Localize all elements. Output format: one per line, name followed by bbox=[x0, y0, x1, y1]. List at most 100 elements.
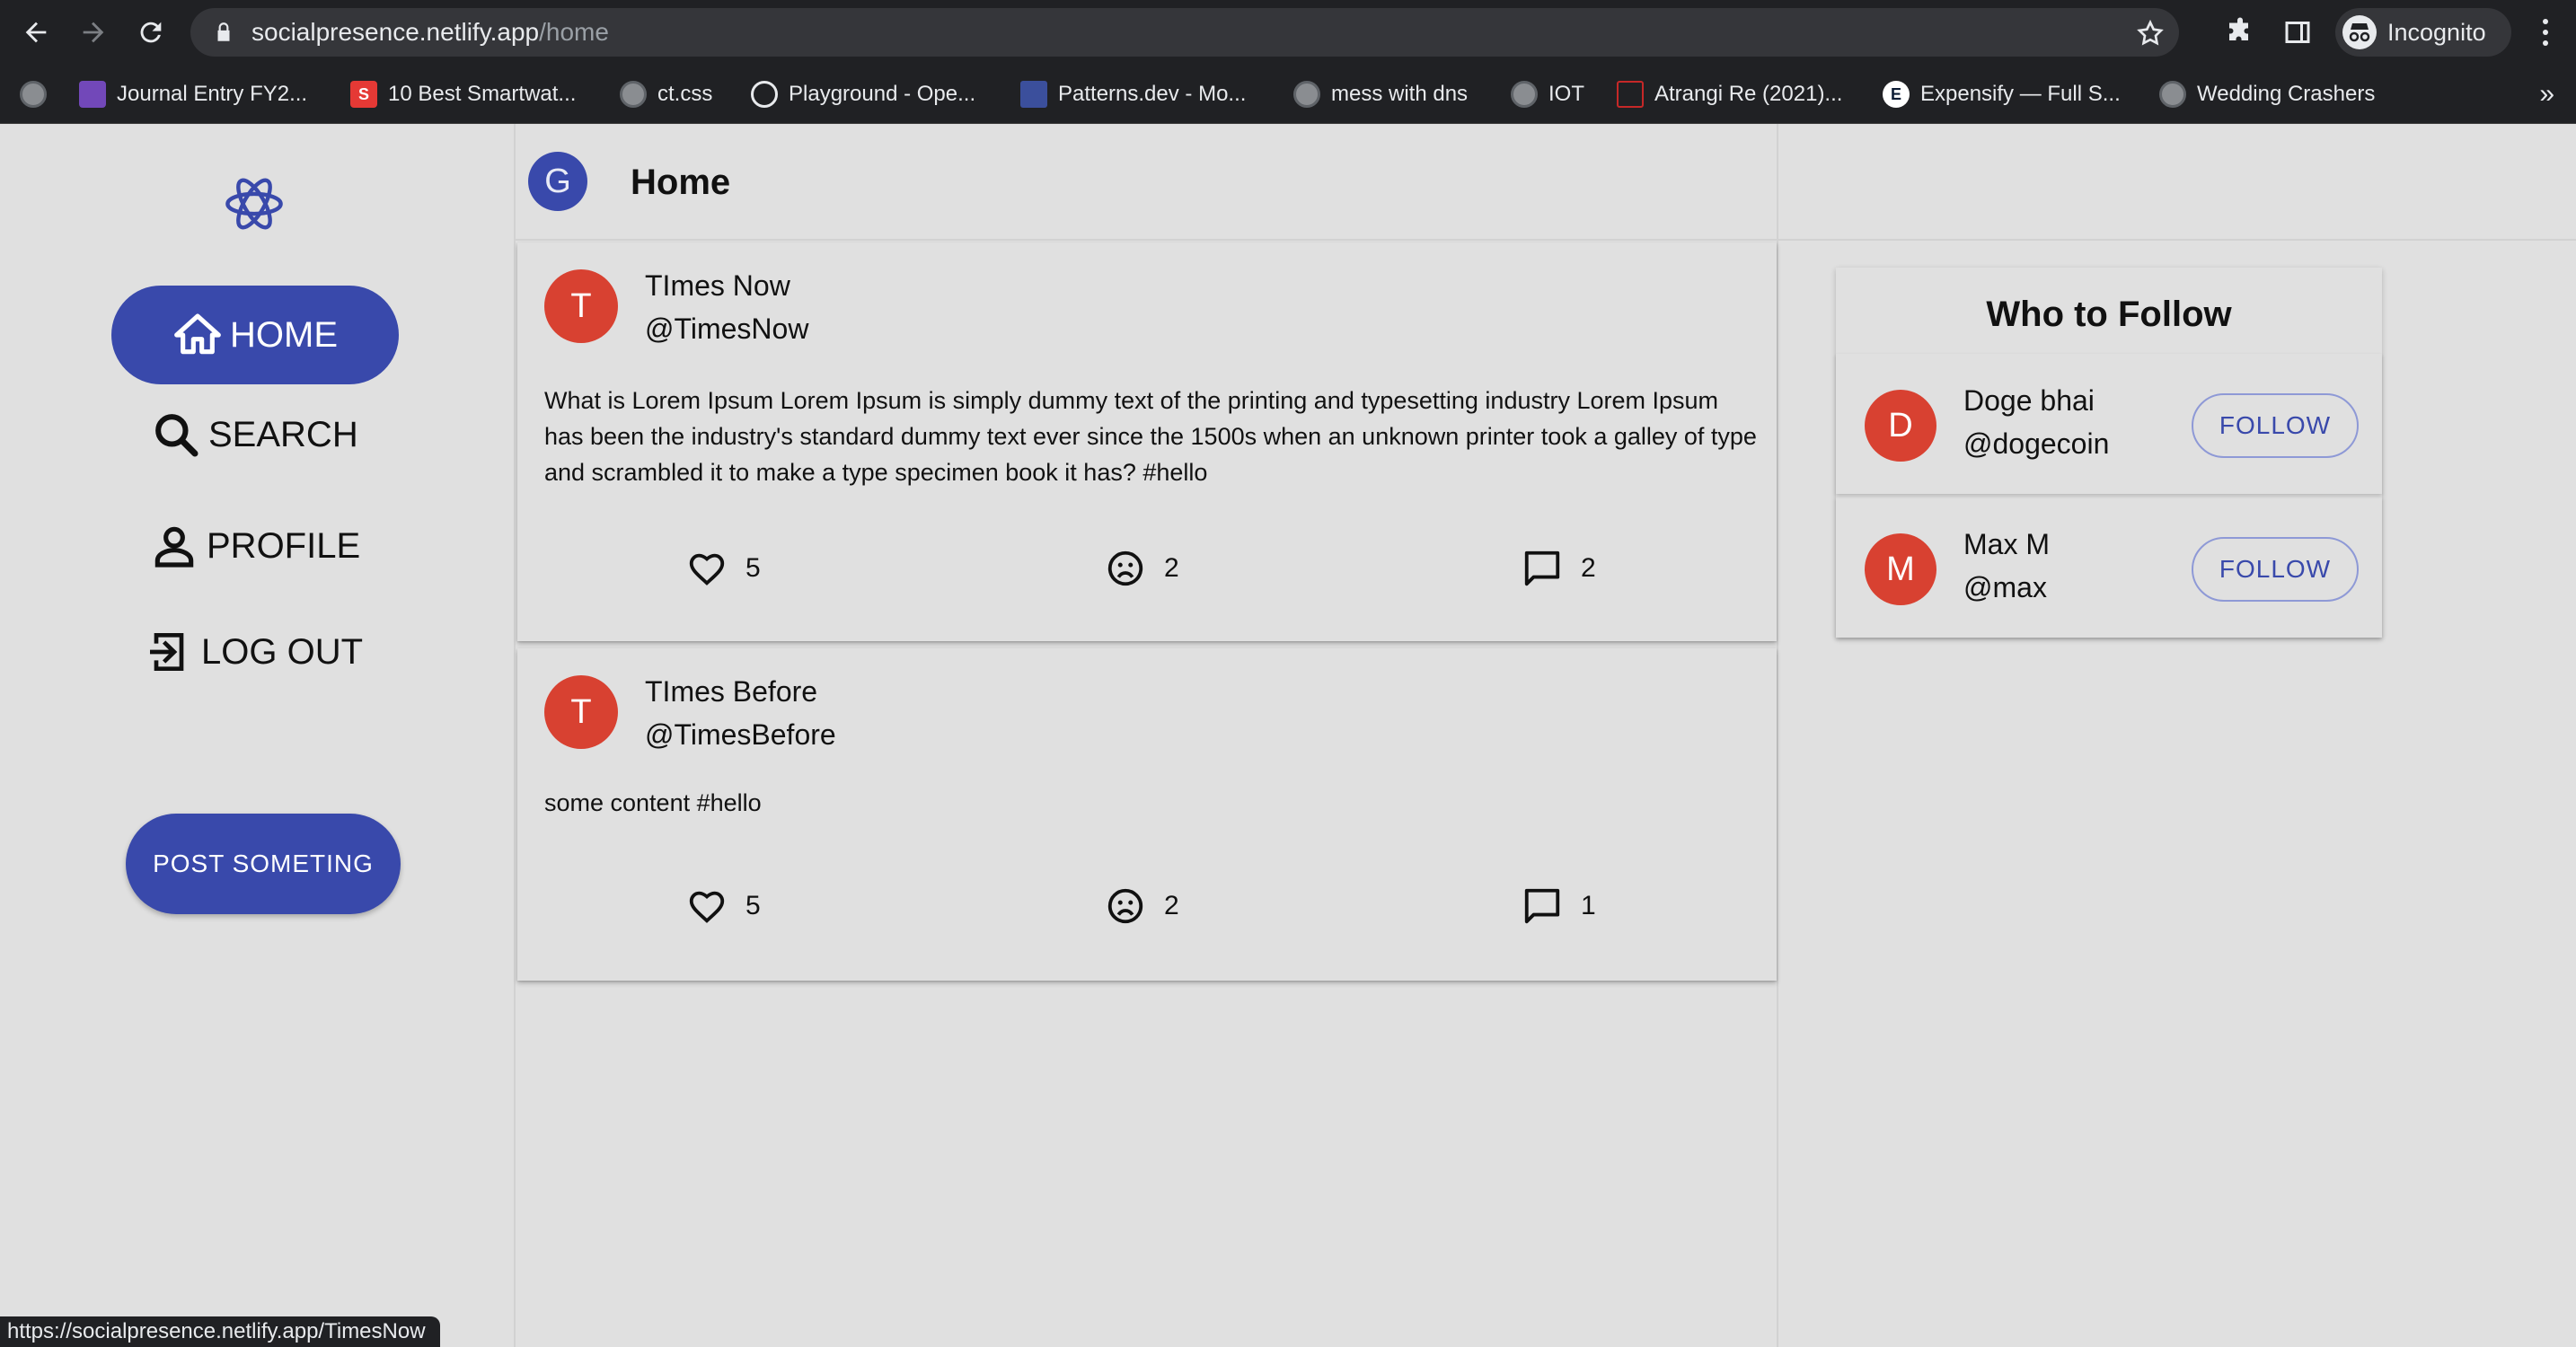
dislike-count: 2 bbox=[1164, 891, 1179, 920]
bookmark-item[interactable]: Journal Entry FY2... bbox=[79, 65, 307, 124]
suggestion-handle: @dogecoin bbox=[1963, 427, 2110, 460]
comment-action[interactable]: 2 bbox=[1522, 548, 1596, 589]
sad-face-icon bbox=[1107, 550, 1143, 586]
address-url: socialpresence.netlify.app/home bbox=[251, 18, 609, 46]
globe-icon bbox=[620, 81, 647, 108]
bookmark-item[interactable]: Patterns.dev - Mo... bbox=[1020, 65, 1246, 124]
feed-header: G Home bbox=[516, 124, 1777, 241]
bookmark-item[interactable]: mess with dns bbox=[1293, 65, 1468, 124]
logout-icon bbox=[150, 633, 184, 671]
sidebar-item-logout[interactable]: LOG OUT bbox=[144, 627, 363, 677]
globe-icon bbox=[1511, 81, 1538, 108]
avatar[interactable]: T bbox=[544, 675, 618, 749]
post-author-name[interactable]: TImes Before bbox=[645, 675, 817, 709]
globe-icon bbox=[1293, 81, 1320, 108]
home-icon bbox=[174, 313, 221, 355]
sidebar-item-label: LOG OUT bbox=[201, 631, 364, 672]
like-action[interactable]: 5 bbox=[686, 885, 761, 927]
arrow-left-icon bbox=[25, 22, 47, 43]
movie-icon bbox=[1617, 81, 1644, 108]
sidebar: HOME SEARCH PROFILE LOG OUT POST SOMETIN… bbox=[0, 124, 514, 1347]
red-s-icon: S bbox=[350, 81, 377, 108]
avatar[interactable]: D bbox=[1865, 390, 1936, 462]
incognito-label: Incognito bbox=[2387, 19, 2486, 46]
incognito-profile-button[interactable]: Incognito bbox=[2335, 8, 2511, 57]
reload-button[interactable] bbox=[131, 13, 171, 52]
app-root: HOME SEARCH PROFILE LOG OUT POST SOMETIN… bbox=[0, 124, 2576, 1347]
post-card: T TImes Now @TimesNow What is Lorem Ipsu… bbox=[517, 242, 1777, 641]
heart-icon bbox=[689, 553, 725, 585]
feed: G Home T TImes Now @TimesNow What is Lor… bbox=[514, 124, 1778, 1347]
bookmark-item[interactable]: IOT bbox=[1511, 65, 1584, 124]
follow-button[interactable]: FOLLOW bbox=[2192, 393, 2359, 458]
who-to-follow-title: Who to Follow bbox=[1986, 295, 2232, 334]
person-icon bbox=[154, 526, 194, 568]
bookmark-item[interactable]: Playground - Ope... bbox=[751, 65, 975, 124]
like-count: 5 bbox=[745, 891, 761, 920]
like-action[interactable]: 5 bbox=[686, 548, 761, 589]
link-status-bar: https://socialpresence.netlify.app/Times… bbox=[0, 1316, 440, 1347]
who-to-follow-card: Who to Follow D Doge bhai @dogecoin FOLL… bbox=[1836, 268, 2382, 638]
post-author-handle[interactable]: @TimesBefore bbox=[645, 718, 836, 752]
bookmarks-overflow-button[interactable]: » bbox=[2539, 65, 2554, 124]
forward-button[interactable] bbox=[74, 13, 113, 52]
sad-face-icon bbox=[1107, 888, 1143, 924]
comment-icon bbox=[1524, 888, 1560, 924]
heart-icon bbox=[689, 891, 725, 923]
comment-count: 2 bbox=[1581, 553, 1596, 583]
address-bar[interactable]: socialpresence.netlify.app/home bbox=[190, 8, 2179, 57]
sidebar-item-home[interactable]: HOME bbox=[111, 286, 399, 384]
openai-icon bbox=[751, 81, 778, 108]
avatar[interactable]: M bbox=[1865, 533, 1936, 605]
bookmark-star-icon[interactable] bbox=[2136, 19, 2165, 48]
arrow-right-icon bbox=[83, 22, 104, 43]
post-author-handle[interactable]: @TimesNow bbox=[645, 313, 808, 346]
back-button[interactable] bbox=[16, 13, 56, 52]
moon-icon[interactable] bbox=[1672, 162, 1712, 201]
bookmarks-bar: Journal Entry FY2... S 10 Best Smartwat..… bbox=[0, 65, 2576, 124]
comment-icon bbox=[1524, 550, 1560, 586]
browser-menu-icon[interactable] bbox=[2540, 16, 2551, 48]
follow-button[interactable]: FOLLOW bbox=[2192, 537, 2359, 602]
comment-action[interactable]: 1 bbox=[1522, 885, 1596, 927]
sidebar-item-search[interactable]: SEARCH bbox=[151, 409, 358, 460]
reload-icon bbox=[140, 22, 162, 43]
right-column: Who to Follow D Doge bhai @dogecoin FOLL… bbox=[1778, 124, 2576, 1347]
search-icon bbox=[155, 414, 198, 457]
bookmark-item[interactable]: ct.css bbox=[620, 65, 712, 124]
globe-icon bbox=[2159, 81, 2186, 108]
bookmark-item[interactable]: S 10 Best Smartwat... bbox=[350, 65, 576, 124]
suggestion-name: Max M bbox=[1963, 528, 2050, 560]
bookmark-item[interactable]: E Expensify — Full S... bbox=[1883, 65, 2121, 124]
bookmarks-globe-icon bbox=[20, 65, 47, 124]
avatar[interactable]: T bbox=[544, 269, 618, 343]
sidebar-item-label: HOME bbox=[230, 314, 338, 355]
redux-logo-icon[interactable] bbox=[221, 171, 287, 237]
dislike-count: 2 bbox=[1164, 553, 1179, 583]
post-content: some content #hello bbox=[544, 789, 762, 816]
sidebar-item-label: SEARCH bbox=[208, 414, 358, 454]
post-author-name[interactable]: TImes Now bbox=[645, 269, 790, 303]
bookmark-item[interactable]: Atrangi Re (2021)... bbox=[1617, 65, 1842, 124]
sheets-icon bbox=[79, 81, 106, 108]
like-count: 5 bbox=[745, 553, 761, 583]
comment-count: 1 bbox=[1581, 891, 1596, 920]
extensions-icon[interactable] bbox=[2224, 16, 2256, 48]
browser-toolbar: socialpresence.netlify.app/home Incognit… bbox=[0, 0, 2576, 65]
post-something-button[interactable]: POST SOMETING bbox=[126, 814, 401, 914]
bookmark-item[interactable]: Wedding Crashers bbox=[2159, 65, 2375, 124]
patterns-icon bbox=[1020, 81, 1047, 108]
expensify-icon: E bbox=[1883, 81, 1910, 108]
dislike-action[interactable]: 2 bbox=[1105, 885, 1179, 927]
side-panel-icon[interactable] bbox=[2281, 16, 2314, 48]
incognito-icon bbox=[2342, 15, 2377, 49]
suggestion-name: Doge bhai bbox=[1963, 384, 2095, 417]
sidebar-item-profile[interactable]: PROFILE bbox=[149, 521, 360, 571]
page-title: Home bbox=[631, 163, 731, 202]
follow-suggestion: M Max M @max FOLLOW bbox=[1836, 497, 2382, 638]
post-card: T TImes Before @TimesBefore some content… bbox=[517, 648, 1777, 981]
current-user-avatar[interactable]: G bbox=[528, 152, 587, 211]
post-content: What is Lorem Ipsum Lorem Ipsum is simpl… bbox=[544, 387, 1757, 486]
divider bbox=[1778, 239, 2576, 241]
dislike-action[interactable]: 2 bbox=[1105, 548, 1179, 589]
